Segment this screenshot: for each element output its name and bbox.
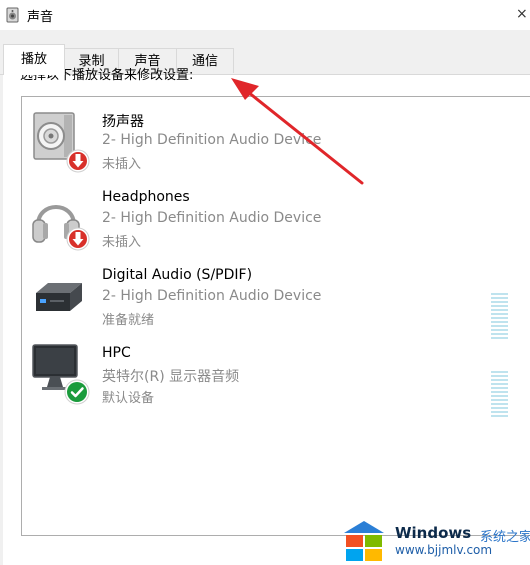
- device-description: 2- High Definition Audio Device: [102, 210, 322, 226]
- title-bar: 声音 ×: [0, 0, 530, 30]
- device-name: Digital Audio (S/PDIF): [102, 267, 253, 283]
- device-name: 扬声器: [102, 114, 144, 130]
- device-status: 准备就绪: [102, 313, 155, 328]
- device-item-hpc[interactable]: HPC 英特尔(R) 显示器音频 默认设备: [22, 339, 522, 417]
- window-title: 声音: [27, 10, 54, 25]
- volume-meter: [491, 371, 508, 417]
- unplugged-badge-icon: [66, 227, 90, 251]
- device-description: 2- High Definition Audio Device: [102, 288, 322, 304]
- volume-meter: [491, 293, 508, 339]
- tab-playback[interactable]: 播放: [3, 44, 65, 75]
- unplugged-badge-icon: [66, 149, 90, 173]
- device-status: 默认设备: [102, 391, 155, 406]
- device-item-digital-audio[interactable]: Digital Audio (S/PDIF) 2- High Definitio…: [22, 261, 522, 339]
- device-name: Headphones: [102, 189, 190, 205]
- device-item-speakers[interactable]: 扬声器 2- High Definition Audio Device 未插入: [22, 105, 522, 183]
- device-description: 英特尔(R) 显示器音频: [102, 369, 240, 385]
- speaker-app-icon: [6, 7, 19, 23]
- watermark-brand: Windows: [395, 524, 472, 542]
- device-status: 未插入: [102, 157, 142, 172]
- close-button[interactable]: ×: [516, 4, 530, 24]
- digital-audio-device-icon: [36, 283, 82, 311]
- watermark-url: www.bjjmlv.com: [395, 543, 493, 557]
- device-description: 2- High Definition Audio Device: [102, 132, 322, 148]
- device-list[interactable]: 扬声器 2- High Definition Audio Device 未插入 …: [21, 96, 530, 536]
- device-name: HPC: [102, 345, 131, 361]
- device-item-headphones[interactable]: Headphones 2- High Definition Audio Devi…: [22, 183, 522, 261]
- device-status: 未插入: [102, 235, 142, 250]
- default-check-badge-icon: [64, 379, 90, 405]
